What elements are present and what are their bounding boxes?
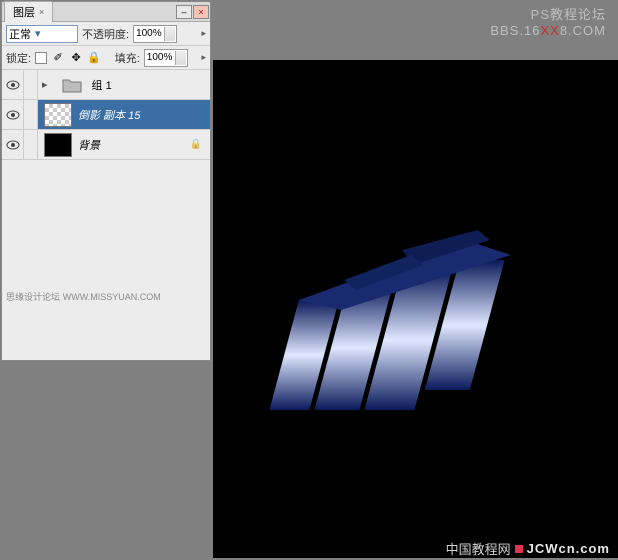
layer-list: ▸ 组 1 倒影 副本 15 背景 🔒: [2, 70, 210, 160]
footer-text: 中国教程网: [446, 539, 511, 558]
window-controls: – ×: [176, 5, 210, 19]
fill-input[interactable]: 100%: [144, 49, 188, 67]
close-tab-icon[interactable]: ×: [39, 7, 44, 17]
top-watermark: PS教程论坛 BBS.16XX8.COM: [490, 4, 606, 38]
lock-icon: 🔒: [190, 139, 202, 150]
eye-icon: [6, 140, 20, 150]
layers-panel: 图层 × – × 正常 ▾ 不透明度: 100% ▸ 锁定: ✐ ✥ 🔒 填充:…: [1, 1, 211, 361]
wm-line1: PS教程论坛: [490, 4, 606, 23]
layer-thumbnail: [44, 103, 72, 127]
link-column: [24, 130, 38, 159]
blend-opacity-row: 正常 ▾ 不透明度: 100% ▸: [2, 22, 210, 46]
lock-fill-row: 锁定: ✐ ✥ 🔒 填充: 100% ▸: [2, 46, 210, 70]
tab-layers[interactable]: 图层 ×: [4, 1, 53, 22]
lock-move-icon[interactable]: ✥: [69, 51, 83, 65]
brand-square-icon: [515, 545, 523, 553]
lock-label: 锁定:: [6, 50, 31, 66]
fill-flyout-icon[interactable]: ▸: [201, 52, 206, 63]
tab-label: 图层: [13, 4, 35, 20]
visibility-toggle[interactable]: [2, 70, 24, 99]
panel-watermark: 思缘设计论坛 WWW.MISSYUAN.COM: [6, 290, 161, 303]
folder-icon: [58, 73, 86, 97]
blend-mode-value: 正常: [9, 26, 31, 42]
eye-icon: [6, 110, 20, 120]
canvas-area: [213, 60, 618, 558]
panel-tab-bar: 图层 × – ×: [2, 2, 210, 22]
eye-icon: [6, 80, 20, 90]
minimize-button[interactable]: –: [176, 5, 192, 19]
layer-row-selected[interactable]: 倒影 副本 15: [2, 100, 210, 130]
fill-value: 100%: [147, 52, 173, 63]
footer-watermark: 中国教程网 JCWcn.com: [446, 539, 610, 558]
layer-name: 组 1: [92, 77, 112, 93]
layer-row-group[interactable]: ▸ 组 1: [2, 70, 210, 100]
artwork-3d-text: [263, 210, 563, 430]
panel-empty-area: [2, 160, 210, 360]
close-button[interactable]: ×: [193, 5, 209, 19]
wm-line2: BBS.16XX8.COM: [490, 23, 606, 38]
layer-name: 背景: [78, 137, 100, 153]
link-column: [24, 70, 38, 99]
layer-thumbnail: [44, 133, 72, 157]
opacity-input[interactable]: 100%: [133, 25, 177, 43]
footer-brand: JCWcn.com: [527, 541, 610, 556]
opacity-label: 不透明度:: [82, 26, 129, 42]
blend-mode-select[interactable]: 正常 ▾: [6, 25, 78, 43]
expand-arrow-icon[interactable]: ▸: [42, 78, 48, 91]
lock-transparency-icon[interactable]: [35, 52, 47, 64]
layer-name: 倒影 副本 15: [78, 107, 140, 123]
layer-row-background[interactable]: 背景 🔒: [2, 130, 210, 160]
chevron-down-icon: ▾: [35, 27, 41, 40]
visibility-toggle[interactable]: [2, 130, 24, 159]
opacity-value: 100%: [136, 28, 162, 39]
fill-label: 填充:: [115, 50, 140, 66]
flyout-menu-icon[interactable]: ▸: [201, 28, 206, 39]
link-column: [24, 100, 38, 129]
visibility-toggle[interactable]: [2, 100, 24, 129]
lock-brush-icon[interactable]: ✐: [51, 51, 65, 65]
lock-all-icon[interactable]: 🔒: [87, 51, 101, 65]
